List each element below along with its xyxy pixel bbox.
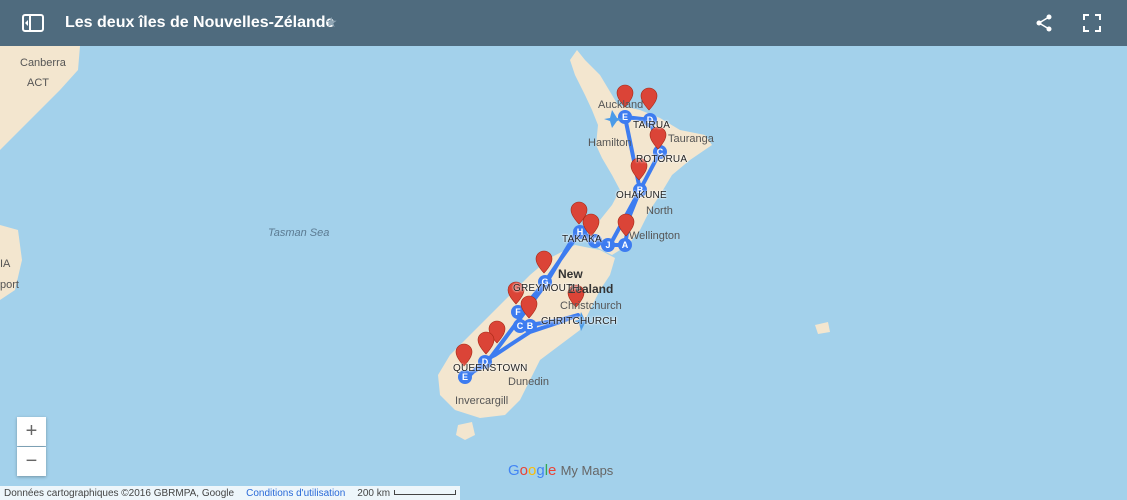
label-tauranga: Tauranga [668,133,714,145]
toggle-legend-button[interactable] [18,8,48,38]
svg-text:C: C [517,321,524,331]
stop-rotorua[interactable]: ROTORUA [636,154,687,165]
stop-ohakune[interactable]: OHAKUNE [616,190,667,201]
label-edge-ia: IA [0,258,11,270]
sidebar-toggle-icon [22,14,44,32]
terms-link[interactable]: Conditions d'utilisation [246,488,345,499]
scale-indicator: 200 km [357,488,457,499]
svg-text:B: B [527,321,534,331]
fullscreen-button[interactable] [1077,8,1107,38]
stop-tairua[interactable]: TAIRUA [633,120,670,131]
share-icon [1036,14,1052,32]
label-new: New [558,267,583,281]
label-tasman-sea: Tasman Sea [268,227,330,239]
label-invercargill: Invercargill [455,395,509,407]
label-wellington: Wellington [629,230,681,242]
label-dunedin: Dunedin [508,376,549,388]
attribution-text: Données cartographiques ©2016 GBRMPA, Go… [4,487,235,499]
map-title: Les deux îles de Nouvelles-Zélande [65,14,335,31]
label-canberra: Canberra [20,57,66,69]
svg-text:A: A [622,240,629,250]
label-north: North [646,205,673,217]
map-header: Les deux îles de Nouvelles-Zélande ★ [0,0,1127,46]
map-footer: Données cartographiques ©2016 GBRMPA, Go… [0,486,461,500]
fullscreen-icon [1083,14,1101,32]
label-edge-port: port [0,279,19,291]
map-canvas[interactable]: EDC BAJ IHG FCB DE Canberra ACT Tasman S… [0,46,1127,500]
label-auckland: Auckland [598,99,644,111]
stop-chritchurch[interactable]: CHRITCHURCH [541,316,617,327]
google-my-maps-logo: Google My Maps [508,462,614,479]
label-christchurch: Christchurch [560,300,622,312]
star-icon[interactable]: ★ [325,14,338,31]
stewart-island [456,422,475,440]
label-act: ACT [27,77,49,89]
svg-text:J: J [605,240,610,250]
svg-text:F: F [515,307,521,317]
stop-greymouth[interactable]: GREYMOUTH [513,283,580,294]
zoom-out-button[interactable]: − [17,447,46,476]
label-hamilton: Hamilton [588,137,632,149]
chatham-islands [815,322,830,334]
svg-text:E: E [622,112,628,122]
stop-queenstown[interactable]: QUEENSTOWN [453,363,528,374]
stop-takaka[interactable]: TAKAKA [562,234,602,245]
share-button[interactable] [1029,8,1059,38]
zoom-in-button[interactable]: + [17,417,46,446]
